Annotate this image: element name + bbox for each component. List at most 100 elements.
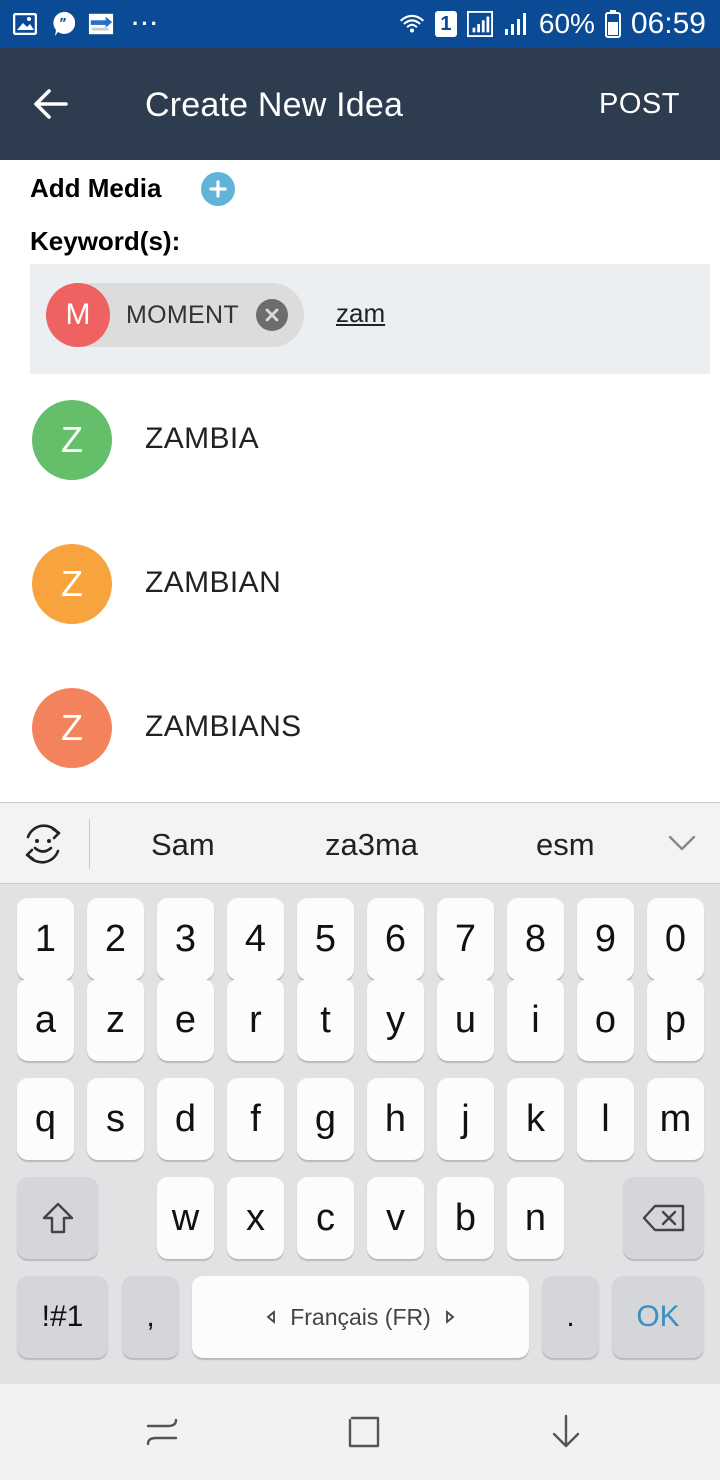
plus-icon [209, 180, 227, 198]
key-4[interactable]: 4 [227, 898, 284, 980]
suggestion-label: ZAMBIAN [145, 566, 282, 599]
period-key[interactable]: . [542, 1276, 599, 1358]
recent-apps-button[interactable] [140, 1410, 184, 1454]
key-g[interactable]: g [297, 1078, 354, 1160]
battery-icon [604, 10, 621, 38]
suggestion-label: ZAMBIANS [145, 710, 302, 743]
space-key[interactable]: Français (FR) [192, 1276, 529, 1358]
system-status: 1 60% 06:59 [399, 6, 706, 42]
key-s[interactable]: s [87, 1078, 144, 1160]
gallery-icon [12, 12, 38, 36]
back-button[interactable] [22, 76, 78, 132]
suggestion-avatar: Z [32, 400, 112, 480]
key-u[interactable]: u [437, 979, 494, 1061]
chat-quote-icon: ” [50, 11, 76, 36]
post-button[interactable]: POST [599, 88, 680, 121]
sim-badge: 1 [434, 11, 457, 37]
add-media-label: Add Media [30, 172, 162, 203]
chip-remove-button[interactable] [256, 299, 288, 331]
key-z[interactable]: z [87, 979, 144, 1061]
key-i[interactable]: i [507, 979, 564, 1061]
key-k[interactable]: k [507, 1078, 564, 1160]
key-p[interactable]: p [647, 979, 704, 1061]
key-x[interactable]: x [227, 1177, 284, 1259]
suggestion-item[interactable]: Z ZAMBIANS [0, 662, 720, 806]
signal-box-icon [466, 11, 493, 37]
close-icon [265, 308, 279, 322]
home-button[interactable] [342, 1410, 386, 1454]
emoji-toggle-button[interactable] [20, 821, 66, 867]
page-title: Create New Idea [145, 86, 404, 124]
key-0[interactable]: 0 [647, 898, 704, 980]
key-w[interactable]: w [157, 1177, 214, 1259]
suggestion-item[interactable]: Z ZAMBIAN [0, 518, 720, 662]
key-t[interactable]: t [297, 979, 354, 1061]
key-2[interactable]: 2 [87, 898, 144, 980]
keyword-input-box[interactable]: M MOMENT zam [30, 264, 710, 374]
caret-left-icon [266, 1310, 276, 1324]
comma-key[interactable]: , [122, 1276, 179, 1358]
signal-bars-icon [503, 12, 529, 36]
keyword-chip: M MOMENT [46, 283, 304, 347]
emoji-refresh-icon [25, 824, 61, 864]
key-n[interactable]: n [507, 1177, 564, 1259]
key-h[interactable]: h [367, 1078, 424, 1160]
backspace-icon [642, 1204, 684, 1232]
hide-keyboard-button[interactable] [544, 1410, 588, 1454]
key-d[interactable]: d [157, 1078, 214, 1160]
add-media-button[interactable] [201, 172, 235, 206]
word-suggestion[interactable]: za3ma [325, 827, 418, 863]
key-c[interactable]: c [297, 1177, 354, 1259]
recent-apps-icon [146, 1418, 178, 1446]
shift-icon [42, 1202, 73, 1234]
ok-key[interactable]: OK [612, 1276, 704, 1358]
backspace-key[interactable] [623, 1177, 704, 1259]
arrow-down-icon [552, 1414, 580, 1448]
space-label: Français (FR) [290, 1303, 431, 1330]
divider [89, 819, 90, 869]
key-q[interactable]: q [17, 1078, 74, 1160]
symbols-key[interactable]: !#1 [17, 1276, 108, 1358]
keywords-label: Keyword(s): [30, 226, 181, 256]
key-v[interactable]: v [367, 1177, 424, 1259]
key-1[interactable]: 1 [17, 898, 74, 980]
key-r[interactable]: r [227, 979, 284, 1061]
suggestion-item[interactable]: Z ZAMBIA [0, 374, 720, 518]
chevron-down-icon [668, 835, 696, 851]
svg-text:”: ” [59, 16, 67, 30]
key-j[interactable]: j [437, 1078, 494, 1160]
app-bar: Create New Idea POST [0, 48, 720, 160]
key-e[interactable]: e [157, 979, 214, 1061]
language-indicator: Français (FR) [266, 1304, 455, 1331]
chip-label: MOMENT [126, 301, 239, 329]
wifi-icon [399, 12, 425, 36]
suggestion-label: ZAMBIA [145, 422, 260, 455]
add-media-row: Add Media [30, 168, 235, 208]
app-logo-icon [88, 12, 114, 36]
key-b[interactable]: b [437, 1177, 494, 1259]
key-8[interactable]: 8 [507, 898, 564, 980]
word-suggestion[interactable]: Sam [151, 827, 215, 863]
system-nav-bar [0, 1384, 720, 1480]
key-m[interactable]: m [647, 1078, 704, 1160]
key-o[interactable]: o [577, 979, 634, 1061]
keyword-text-input[interactable]: zam [336, 298, 385, 329]
status-bar: ” ··· 1 60% 06:59 [0, 0, 720, 48]
clock: 06:59 [630, 7, 706, 40]
arrow-left-icon [34, 89, 68, 119]
caret-right-icon [445, 1310, 455, 1324]
key-y[interactable]: y [367, 979, 424, 1061]
key-6[interactable]: 6 [367, 898, 424, 980]
key-7[interactable]: 7 [437, 898, 494, 980]
key-f[interactable]: f [227, 1078, 284, 1160]
battery-percent: 60% [538, 8, 595, 39]
key-3[interactable]: 3 [157, 898, 214, 980]
shift-key[interactable] [17, 1177, 98, 1259]
expand-suggestions-button[interactable] [667, 831, 697, 855]
key-l[interactable]: l [577, 1078, 634, 1160]
key-5[interactable]: 5 [297, 898, 354, 980]
word-suggestion[interactable]: esm [536, 827, 595, 863]
suggestion-avatar: Z [32, 688, 112, 768]
key-a[interactable]: a [17, 979, 74, 1061]
key-9[interactable]: 9 [577, 898, 634, 980]
